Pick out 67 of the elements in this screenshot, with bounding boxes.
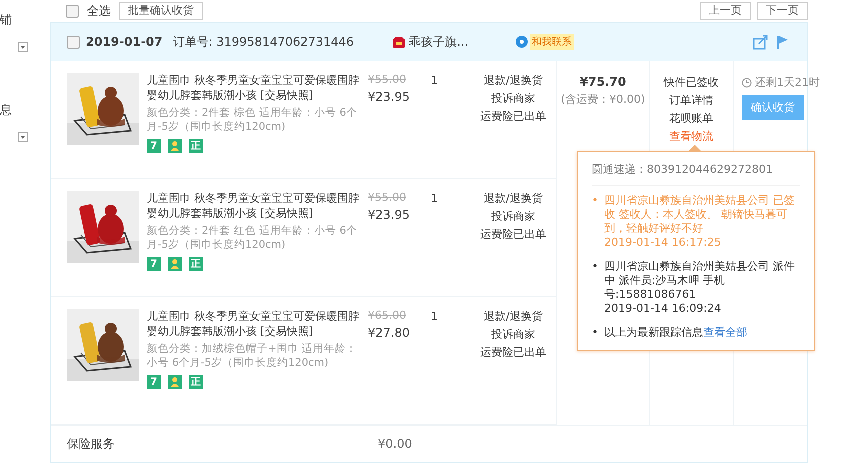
service-badge: 7: [147, 375, 161, 389]
original-price: ¥55.00: [368, 73, 408, 86]
chat-icon: [516, 36, 528, 48]
order-number: 订单号: 319958147062731446: [172, 34, 354, 50]
order-total: ¥75.70: [580, 75, 626, 89]
action-link[interactable]: 运费险已出单: [480, 345, 546, 360]
action-link[interactable]: 投诉商家: [492, 327, 536, 342]
product-title[interactable]: 儿童围巾 秋冬季男童女童宝宝可爱保暖围脖婴幼儿脖套韩版潮小孩 [交易快照]: [147, 309, 362, 339]
store-name[interactable]: 乖孩子旗...: [409, 34, 469, 50]
insurance-label: 保险服务: [67, 436, 115, 452]
quantity: 1: [431, 192, 438, 205]
clock-icon: [742, 78, 752, 88]
tracking-entry: 四川省凉山彝族自治州美姑县公司 已签收 签收人：本人签收。 朝镝快马暮可到，轻触好评好不好 2019-01-14 16:17:25: [604, 194, 796, 250]
tracking-entry: 四川省凉山彝族自治州美姑县公司 派件中 派件员:沙马木呷 手机号:15881086761 2019-01-14 16:09:24: [604, 260, 796, 316]
price: ¥23.95: [368, 208, 411, 222]
badge-icon: [168, 139, 182, 153]
product-spec: 颜色分类：2件套 红色 适用年龄：小号 6个月-5岁（围巾长度约120cm): [147, 224, 358, 252]
action-link[interactable]: 运费险已出单: [480, 227, 546, 242]
product-spec: 颜色分类：加绒棕色帽子+围巾 适用年龄：小号 6个月-5岁（围巾长度约120cm): [147, 342, 358, 370]
countdown: 还剩1天21时: [755, 75, 820, 90]
action-link[interactable]: 退款/退换货: [484, 309, 543, 324]
original-price: ¥65.00: [368, 309, 408, 322]
dropdown-icon[interactable]: [18, 42, 28, 52]
sidebar-label[interactable]: 铺: [0, 12, 50, 28]
price: ¥23.95: [368, 90, 411, 104]
quantity: 1: [431, 74, 438, 87]
original-price: ¥55.00: [368, 191, 408, 204]
action-link[interactable]: 运费险已出单: [480, 109, 546, 124]
bullet: •: [592, 260, 598, 274]
product-title[interactable]: 儿童围巾 秋冬季男童女童宝宝可爱保暖围脖婴幼儿脖套韩版潮小孩 [交易快照]: [147, 191, 362, 221]
page-button[interactable]: 上一页: [700, 2, 751, 20]
service-badge: 7: [147, 139, 161, 153]
page-button[interactable]: 下一页: [757, 2, 808, 20]
badge-icon: [168, 375, 182, 389]
action-link[interactable]: 投诉商家: [492, 209, 536, 224]
product-spec: 颜色分类：2件套 棕色 适用年龄：小号 6个月-5岁（围巾长度约120cm): [147, 106, 358, 134]
tracking-number: 圆通速递：803912044629272801: [592, 162, 800, 186]
flag-icon[interactable]: [776, 34, 789, 50]
action-link[interactable]: 退款/退换货: [484, 73, 543, 88]
quantity: 1: [431, 310, 438, 323]
view-all-link[interactable]: 查看全部: [704, 326, 748, 339]
price: ¥27.80: [368, 326, 411, 340]
order-link[interactable]: 花呗账单: [670, 111, 714, 126]
order-link[interactable]: 订单详情: [670, 93, 714, 108]
order-date: 2019-01-07: [86, 35, 163, 49]
shop-icon: [392, 36, 406, 48]
badge-icon: [168, 257, 182, 271]
action-link[interactable]: 退款/退换货: [484, 191, 543, 206]
bullet: •: [592, 326, 598, 340]
service-badge: 正: [189, 257, 203, 271]
dropdown-icon[interactable]: [18, 132, 28, 142]
action-link[interactable]: 投诉商家: [492, 91, 536, 106]
bulk-confirm-button[interactable]: 批量确认收货: [119, 2, 203, 20]
order-status: 快件已签收: [664, 75, 720, 90]
shipping-note: (含运费：¥0.00): [561, 92, 646, 107]
product-title[interactable]: 儿童围巾 秋冬季男童女童宝宝可爱保暖围脖婴幼儿脖套韩版潮小孩 [交易快照]: [147, 73, 362, 103]
service-badge: 正: [189, 375, 203, 389]
service-badge: 正: [189, 139, 203, 153]
insurance-price: ¥0.00: [378, 437, 412, 451]
bullet: •: [592, 194, 598, 208]
checkbox[interactable]: [67, 36, 80, 48]
share-icon[interactable]: [753, 34, 768, 50]
sidebar-label[interactable]: 息: [0, 102, 50, 118]
checkbox[interactable]: [66, 4, 79, 18]
service-badge: 7: [147, 257, 161, 271]
tracking-footer: 以上为最新跟踪信息查看全部: [604, 326, 800, 340]
select-all-label: 全选: [87, 2, 111, 20]
